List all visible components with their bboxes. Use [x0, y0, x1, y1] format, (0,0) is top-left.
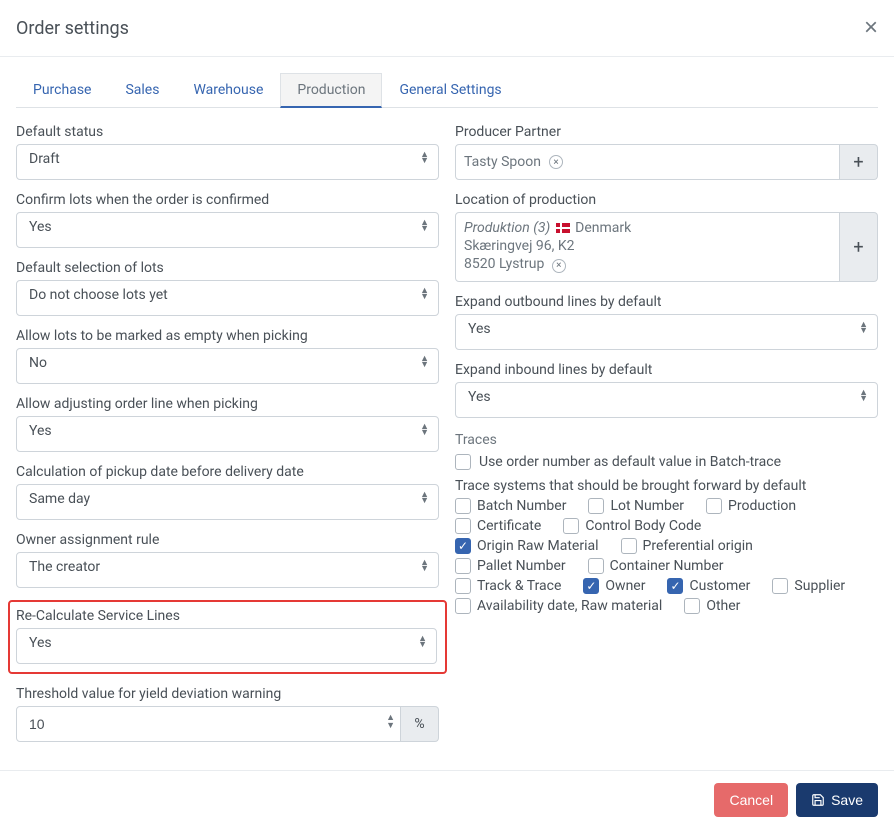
- location-country: Denmark: [575, 220, 631, 236]
- tab-production[interactable]: Production: [280, 73, 382, 108]
- location-input[interactable]: Produktion (3) Denmark Skæringvej 96, K2…: [455, 212, 840, 282]
- customer-label: Customer: [689, 578, 750, 594]
- default-sel-lots-select[interactable]: Do not choose lots yet: [16, 280, 439, 316]
- other-label: Other: [706, 598, 740, 614]
- supplier-label: Supplier: [794, 578, 845, 594]
- container-number-checkbox[interactable]: [588, 558, 604, 574]
- use-order-number-label: Use order number as default value in Bat…: [479, 454, 781, 470]
- producer-partner-input[interactable]: Tasty Spoon ×: [455, 144, 840, 180]
- save-button[interactable]: Save: [796, 783, 878, 817]
- owner-checkbox[interactable]: [583, 578, 599, 594]
- right-column: Producer Partner Tasty Spoon × + Locatio…: [455, 124, 878, 754]
- expand-inbound-select[interactable]: Yes: [455, 382, 878, 418]
- expand-inbound-label: Expand inbound lines by default: [455, 362, 878, 378]
- confirm-lots-label: Confirm lots when the order is confirmed: [16, 192, 439, 208]
- expand-outbound-select[interactable]: Yes: [455, 314, 878, 350]
- tab-general-settings[interactable]: General Settings: [382, 73, 518, 108]
- allow-empty-label: Allow lots to be marked as empty when pi…: [16, 328, 439, 344]
- allow-adjust-select[interactable]: Yes: [16, 416, 439, 452]
- production-checkbox[interactable]: [706, 498, 722, 514]
- pallet-number-label: Pallet Number: [477, 558, 566, 574]
- origin-raw-checkbox[interactable]: [455, 538, 471, 554]
- location-remove-icon[interactable]: ×: [552, 259, 566, 273]
- producer-partner-value: Tasty Spoon: [464, 154, 541, 170]
- default-sel-lots-label: Default selection of lots: [16, 260, 439, 276]
- modal-body: Purchase Sales Warehouse Production Gene…: [0, 57, 894, 770]
- threshold-input[interactable]: [16, 706, 401, 742]
- save-button-label: Save: [831, 792, 863, 808]
- location-title: Produktion (3): [464, 220, 550, 236]
- location-addr: Skæringvej 96, K2: [464, 237, 831, 255]
- trace-forward-label: Trace systems that should be brought for…: [455, 478, 878, 494]
- tab-warehouse[interactable]: Warehouse: [176, 73, 280, 108]
- control-body-label: Control Body Code: [585, 518, 701, 534]
- batch-number-label: Batch Number: [477, 498, 566, 514]
- control-body-checkbox[interactable]: [563, 518, 579, 534]
- pallet-number-checkbox[interactable]: [455, 558, 471, 574]
- lot-number-checkbox[interactable]: [588, 498, 604, 514]
- save-icon: [811, 793, 825, 807]
- modal-header: Order settings ×: [0, 0, 894, 57]
- denmark-flag-icon: [556, 223, 570, 233]
- traces-title: Traces: [455, 432, 878, 448]
- allow-adjust-label: Allow adjusting order line when picking: [16, 396, 439, 412]
- pref-origin-checkbox[interactable]: [621, 538, 637, 554]
- availability-checkbox[interactable]: [455, 598, 471, 614]
- tab-sales[interactable]: Sales: [108, 73, 176, 108]
- owner-rule-select[interactable]: The creator: [16, 552, 439, 588]
- customer-checkbox[interactable]: [667, 578, 683, 594]
- recalc-service-group: Re-Calculate Service Lines Yes ▲▼: [8, 600, 447, 674]
- owner-label: Owner: [605, 578, 645, 594]
- location-label: Location of production: [455, 192, 878, 208]
- origin-raw-label: Origin Raw Material: [477, 538, 599, 554]
- left-column: Default status Draft ▲▼ Confirm lots whe…: [16, 124, 439, 754]
- location-city: 8520 Lystrup: [464, 256, 544, 272]
- container-number-label: Container Number: [610, 558, 724, 574]
- availability-label: Availability date, Raw material: [477, 598, 662, 614]
- other-checkbox[interactable]: [684, 598, 700, 614]
- recalc-service-select[interactable]: Yes: [16, 628, 437, 664]
- default-status-label: Default status: [16, 124, 439, 140]
- owner-rule-label: Owner assignment rule: [16, 532, 439, 548]
- location-add-button[interactable]: +: [840, 212, 878, 282]
- threshold-unit: %: [401, 706, 439, 742]
- producer-partner-remove-icon[interactable]: ×: [549, 155, 563, 169]
- certificate-checkbox[interactable]: [455, 518, 471, 534]
- tabs: Purchase Sales Warehouse Production Gene…: [16, 73, 878, 108]
- recalc-service-label: Re-Calculate Service Lines: [16, 608, 437, 624]
- close-button[interactable]: ×: [864, 16, 878, 40]
- default-status-select[interactable]: Draft: [16, 144, 439, 180]
- modal-title: Order settings: [16, 18, 129, 39]
- track-trace-label: Track & Trace: [477, 578, 561, 594]
- producer-partner-add-button[interactable]: +: [840, 144, 878, 180]
- cancel-button[interactable]: Cancel: [714, 783, 788, 817]
- calc-pickup-select[interactable]: Same day: [16, 484, 439, 520]
- expand-outbound-label: Expand outbound lines by default: [455, 294, 878, 310]
- confirm-lots-select[interactable]: Yes: [16, 212, 439, 248]
- lot-number-label: Lot Number: [610, 498, 684, 514]
- batch-number-checkbox[interactable]: [455, 498, 471, 514]
- track-trace-checkbox[interactable]: [455, 578, 471, 594]
- producer-partner-label: Producer Partner: [455, 124, 878, 140]
- tab-purchase[interactable]: Purchase: [16, 73, 108, 108]
- supplier-checkbox[interactable]: [772, 578, 788, 594]
- threshold-label: Threshold value for yield deviation warn…: [16, 686, 439, 702]
- certificate-label: Certificate: [477, 518, 541, 534]
- calc-pickup-label: Calculation of pickup date before delive…: [16, 464, 439, 480]
- modal-footer: Cancel Save: [0, 770, 894, 829]
- production-label: Production: [728, 498, 796, 514]
- use-order-number-checkbox[interactable]: [455, 454, 471, 470]
- allow-empty-select[interactable]: No: [16, 348, 439, 384]
- pref-origin-label: Preferential origin: [643, 538, 753, 554]
